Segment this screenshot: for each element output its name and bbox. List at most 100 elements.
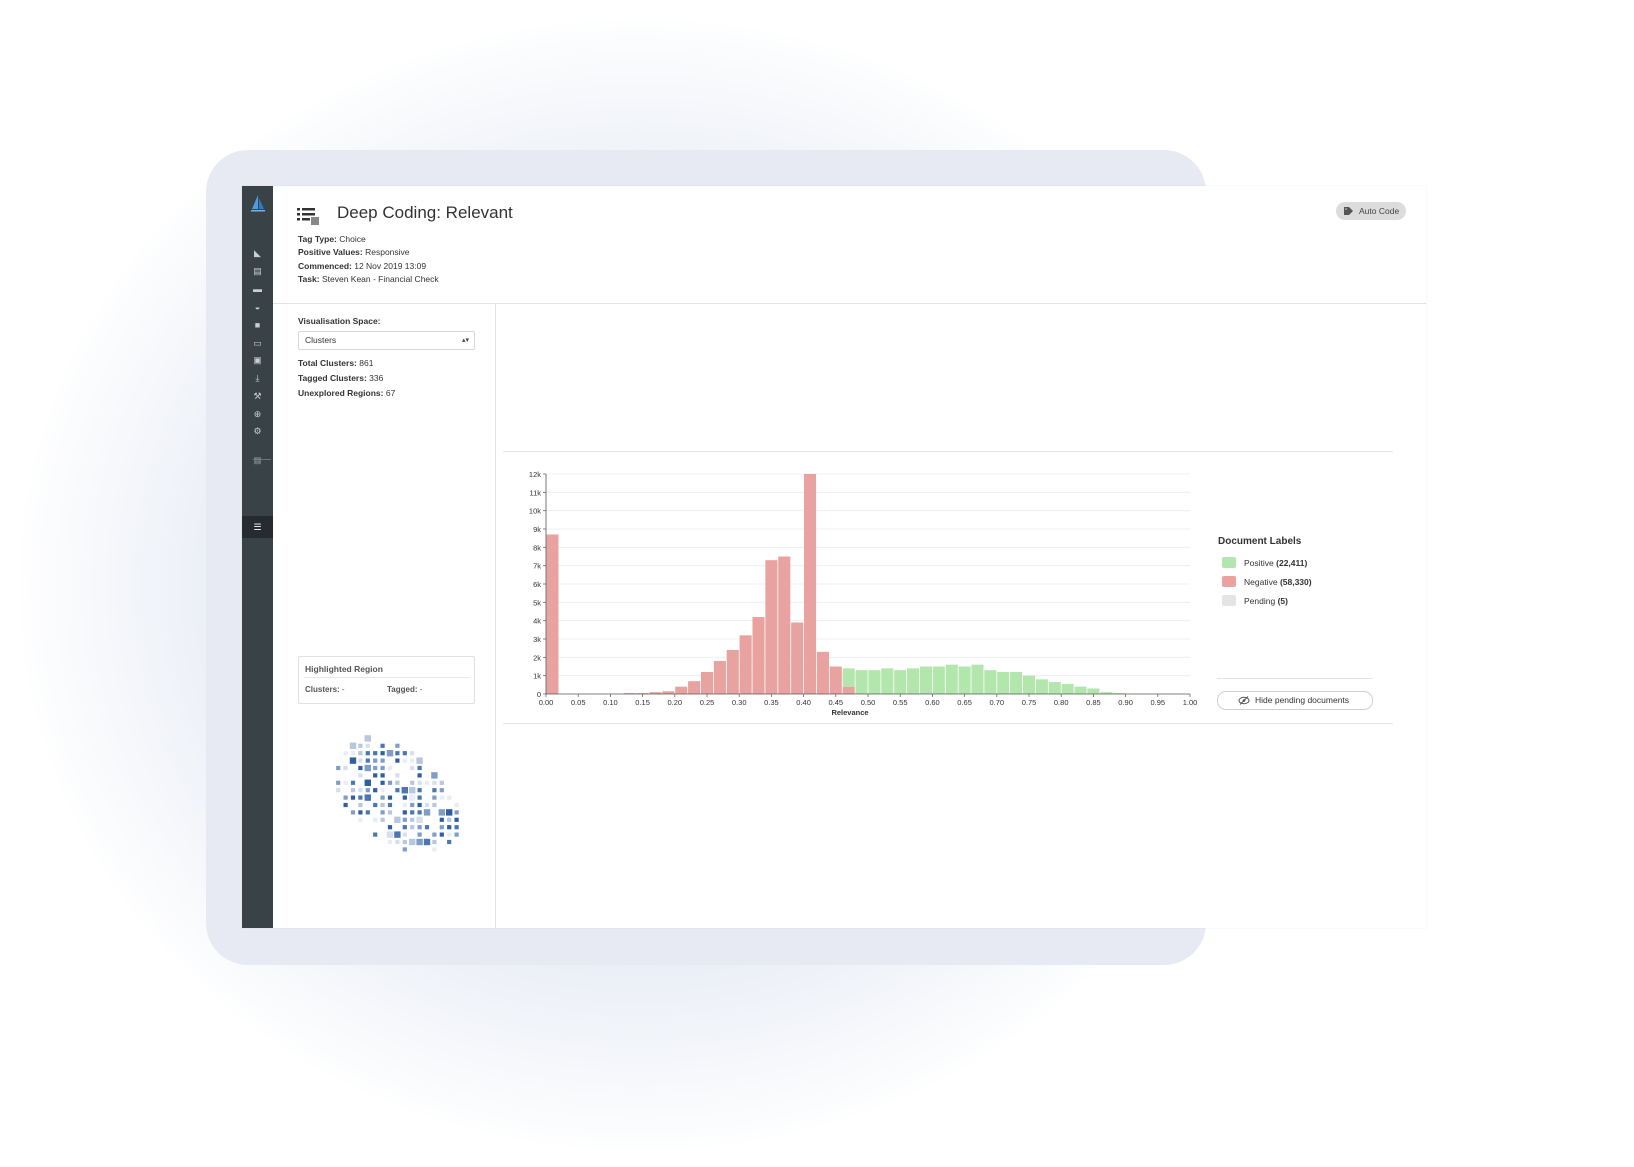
cluster-cell[interactable] — [424, 802, 430, 808]
cluster-cell[interactable] — [387, 825, 393, 830]
cluster-cell[interactable] — [447, 832, 452, 837]
cluster-cell[interactable] — [439, 788, 444, 793]
cluster-cell[interactable] — [417, 825, 422, 830]
cluster-cell[interactable] — [365, 758, 370, 763]
review-icon[interactable]: ▭ — [252, 338, 263, 348]
cluster-cell[interactable] — [349, 757, 357, 764]
cluster-cell[interactable] — [402, 810, 407, 815]
cluster-cell[interactable] — [395, 839, 400, 845]
task-list-icon[interactable]: ☰ — [252, 522, 263, 532]
cluster-cell[interactable] — [417, 788, 422, 793]
cluster-cell[interactable] — [336, 765, 341, 771]
cluster-cell[interactable] — [402, 802, 407, 808]
cluster-cell[interactable] — [336, 780, 341, 785]
cluster-cell[interactable] — [365, 751, 370, 756]
cluster-cell[interactable] — [402, 758, 407, 763]
grid-icon[interactable]: ▦ — [252, 455, 263, 465]
cluster-cell[interactable] — [402, 751, 407, 756]
cluster-cell[interactable] — [416, 838, 423, 846]
cluster-cell[interactable] — [410, 817, 415, 822]
cluster-cell[interactable] — [343, 802, 348, 808]
cluster-cell[interactable] — [416, 816, 423, 823]
cluster-cell[interactable] — [417, 780, 422, 785]
cluster-cell[interactable] — [410, 825, 415, 830]
cluster-cell[interactable] — [373, 765, 378, 771]
cluster-cell[interactable] — [409, 787, 416, 794]
cluster-cell[interactable] — [432, 795, 437, 800]
cluster-cell[interactable] — [350, 810, 356, 815]
cluster-cell[interactable] — [380, 743, 385, 748]
cluster-cell[interactable] — [380, 758, 385, 763]
cluster-cell[interactable] — [417, 795, 422, 800]
cluster-cell[interactable] — [439, 780, 444, 785]
cluster-cell[interactable] — [358, 758, 363, 763]
cluster-cell[interactable] — [358, 810, 363, 815]
cluster-cell[interactable] — [395, 751, 400, 756]
cluster-cell[interactable] — [410, 810, 415, 815]
archive-icon[interactable]: ▤ — [252, 266, 263, 276]
cluster-cell[interactable] — [416, 757, 423, 764]
cluster-cell[interactable] — [438, 809, 445, 816]
cluster-cell[interactable] — [364, 794, 371, 801]
cluster-cell[interactable] — [402, 847, 407, 852]
cluster-cell[interactable] — [358, 773, 363, 778]
cluster-cell[interactable] — [373, 802, 378, 808]
cluster-cell[interactable] — [387, 795, 393, 800]
cluster-cell[interactable] — [423, 809, 431, 816]
cluster-cell[interactable] — [439, 817, 444, 822]
cluster-cell[interactable] — [439, 832, 444, 837]
cluster-cell[interactable] — [343, 765, 348, 771]
cluster-cell[interactable] — [410, 751, 415, 756]
cluster-cell[interactable] — [409, 838, 416, 846]
cluster-cell[interactable] — [447, 795, 452, 800]
cluster-cell[interactable] — [380, 773, 385, 778]
briefcase-icon[interactable]: ▣ — [252, 355, 263, 365]
cluster-cell[interactable] — [350, 795, 356, 800]
cluster-cell[interactable] — [364, 764, 371, 772]
cluster-cell[interactable] — [350, 780, 356, 785]
cluster-cell[interactable] — [424, 780, 430, 785]
cluster-cell[interactable] — [380, 817, 385, 822]
cluster-cell[interactable] — [380, 751, 385, 756]
cluster-cell[interactable] — [417, 802, 422, 808]
cluster-cell[interactable] — [395, 788, 400, 793]
cluster-cell[interactable] — [454, 825, 459, 830]
cluster-cell[interactable] — [417, 765, 422, 771]
cluster-cell[interactable] — [409, 794, 416, 801]
visualisation-select[interactable]: Clusters ▴▾ — [298, 331, 475, 350]
cluster-cell[interactable] — [358, 788, 363, 793]
cluster-cell[interactable] — [364, 779, 371, 786]
cluster-cell[interactable] — [401, 787, 408, 794]
cluster-cell[interactable] — [454, 817, 459, 822]
cluster-cell[interactable] — [395, 743, 400, 748]
cluster-cell[interactable] — [343, 795, 348, 800]
cluster-cell[interactable] — [380, 795, 385, 800]
cluster-cell[interactable] — [395, 780, 400, 785]
cluster-map[interactable] — [298, 713, 478, 878]
cluster-cell[interactable] — [432, 802, 437, 808]
cluster-cell[interactable] — [454, 832, 459, 837]
dashboard-icon[interactable]: ◒ — [252, 302, 263, 312]
cluster-cell[interactable] — [365, 788, 370, 793]
cluster-cell[interactable] — [380, 780, 385, 785]
cluster-cell[interactable] — [432, 839, 437, 845]
cluster-cell[interactable] — [386, 750, 394, 757]
wrench-icon[interactable]: ⚒ — [252, 391, 263, 401]
auto-code-button[interactable]: Auto Code — [1336, 202, 1406, 220]
cluster-cell[interactable] — [349, 742, 357, 749]
cluster-cell[interactable] — [365, 810, 370, 815]
cluster-cell[interactable] — [387, 765, 393, 771]
cluster-cell[interactable] — [380, 788, 385, 793]
cluster-cell[interactable] — [373, 832, 378, 837]
cluster-cell[interactable] — [387, 810, 393, 815]
cluster-cell[interactable] — [358, 817, 363, 822]
cluster-cell[interactable] — [423, 838, 431, 846]
cluster-cell[interactable] — [410, 758, 415, 763]
cluster-cell[interactable] — [336, 788, 341, 793]
cluster-cell[interactable] — [343, 780, 348, 785]
folder-icon[interactable]: ▬ — [252, 284, 263, 294]
cluster-cell[interactable] — [380, 810, 385, 815]
hide-pending-button[interactable]: Hide pending documents — [1217, 691, 1373, 710]
cluster-cell[interactable] — [417, 832, 422, 837]
cluster-cell[interactable] — [395, 773, 400, 778]
